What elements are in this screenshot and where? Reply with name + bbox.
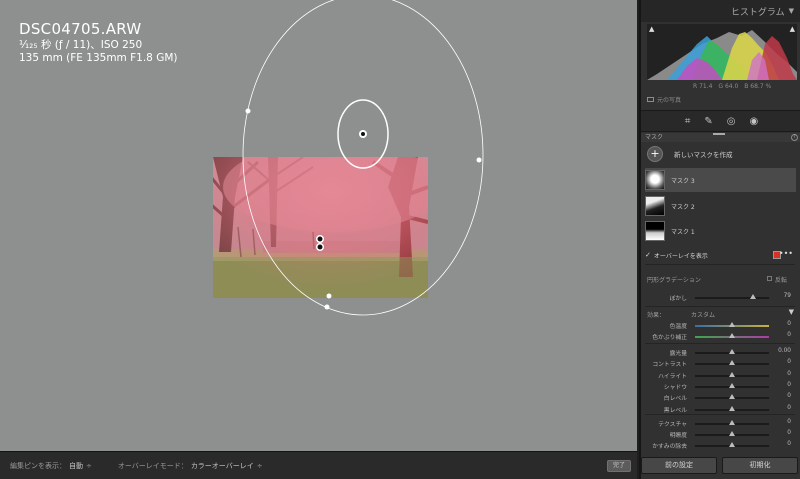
g-label: G bbox=[718, 83, 724, 90]
radial-gradient-overlay[interactable] bbox=[0, 0, 637, 451]
outer-feather-ellipse bbox=[242, 0, 484, 316]
help-icon[interactable]: ? bbox=[791, 134, 798, 141]
collapse-triangle-icon[interactable]: ▼ bbox=[789, 7, 794, 15]
mask-3-thumbnail bbox=[645, 170, 665, 190]
show-pins-chevron-icon[interactable]: ÷ bbox=[86, 462, 92, 470]
handle-bottom-outer bbox=[324, 304, 330, 310]
masking-icon[interactable]: ◉ bbox=[750, 116, 759, 127]
drag-handle[interactable] bbox=[713, 133, 725, 135]
show-pins-select[interactable]: 自動 bbox=[69, 461, 83, 471]
handle-bottom bbox=[326, 293, 332, 299]
toolbar: 編集ピンを表示： 自動 ÷ オーバーレイモード： カラーオーバーレイ ÷ 完了 bbox=[0, 451, 637, 479]
g-value: 64.0 bbox=[724, 83, 739, 90]
shadow-clip-triangle-icon[interactable]: ▲ bbox=[649, 25, 654, 33]
mask-2-thumbnail bbox=[645, 196, 665, 216]
handle-right bbox=[476, 157, 482, 163]
mask-item-2[interactable]: マスク 2 bbox=[645, 194, 796, 218]
overlay-mode-select[interactable]: カラーオーバーレイ bbox=[191, 461, 254, 471]
b-label: B bbox=[744, 83, 749, 90]
histogram-header[interactable]: ヒストグラム ▼ bbox=[641, 0, 800, 22]
rgb-readout: R 71.4 G 64.0 B 68.7 % bbox=[693, 83, 771, 90]
histogram: ▲ ▲ bbox=[647, 24, 797, 80]
healing-icon[interactable]: ✎ bbox=[704, 116, 712, 127]
show-pins-label: 編集ピンを表示： bbox=[10, 461, 66, 470]
mask-3-label: マスク 3 bbox=[671, 177, 695, 185]
crop-icon[interactable]: ⌗ bbox=[685, 116, 691, 127]
image-canvas[interactable]: DSC04705.ARW ¹⁄₁₂₅ 秒 (ƒ / 11)、ISO 250 13… bbox=[0, 0, 637, 451]
mask-1-label: マスク 1 bbox=[671, 228, 695, 236]
mask-header-label: マスク bbox=[645, 134, 664, 141]
handle-left bbox=[245, 108, 251, 114]
overlay-mode-label: オーバーレイモード： bbox=[117, 461, 188, 470]
overlay-mode-chevron-icon[interactable]: ÷ bbox=[257, 462, 263, 470]
b-value: 68.7 % bbox=[750, 83, 772, 90]
edit-pin-icon bbox=[316, 235, 324, 251]
histogram-title: ヒストグラム bbox=[730, 7, 785, 18]
original-photo-icon bbox=[647, 97, 654, 102]
mask-1-thumbnail bbox=[645, 221, 665, 241]
tool-strip: ⌗ ✎ ◎ ◉ bbox=[641, 110, 800, 132]
reset-button[interactable]: 初期化 bbox=[722, 457, 798, 474]
histogram-graph bbox=[647, 30, 797, 80]
r-value: 71.4 bbox=[699, 83, 713, 90]
original-photo-label: 元の写真 bbox=[657, 97, 682, 104]
original-photo-toggle[interactable]: 元の写真 bbox=[647, 95, 681, 104]
previous-settings-button[interactable]: 前の設定 bbox=[641, 457, 717, 474]
mask-2-label: マスク 2 bbox=[671, 203, 695, 211]
plus-icon: + bbox=[647, 146, 663, 162]
mask-panel-header: マスク ? bbox=[641, 133, 800, 142]
mask-item-3[interactable]: マスク 3 bbox=[645, 168, 796, 192]
create-new-mask-label: 新しいマスクを作成 bbox=[674, 151, 733, 159]
highlight-clip-triangle-icon[interactable]: ▲ bbox=[790, 25, 795, 33]
red-eye-icon[interactable]: ◎ bbox=[727, 116, 736, 127]
lightroom-window: DSC04705.ARW ¹⁄₁₂₅ 秒 (ƒ / 11)、ISO 250 13… bbox=[0, 0, 800, 479]
r-label: R bbox=[693, 83, 698, 90]
create-new-mask-button[interactable]: + 新しいマスクを作成 bbox=[647, 146, 733, 162]
done-button[interactable]: 完了 bbox=[607, 460, 631, 472]
mask-item-1[interactable]: マスク 1 bbox=[645, 219, 796, 243]
center-pin-icon bbox=[361, 132, 365, 136]
